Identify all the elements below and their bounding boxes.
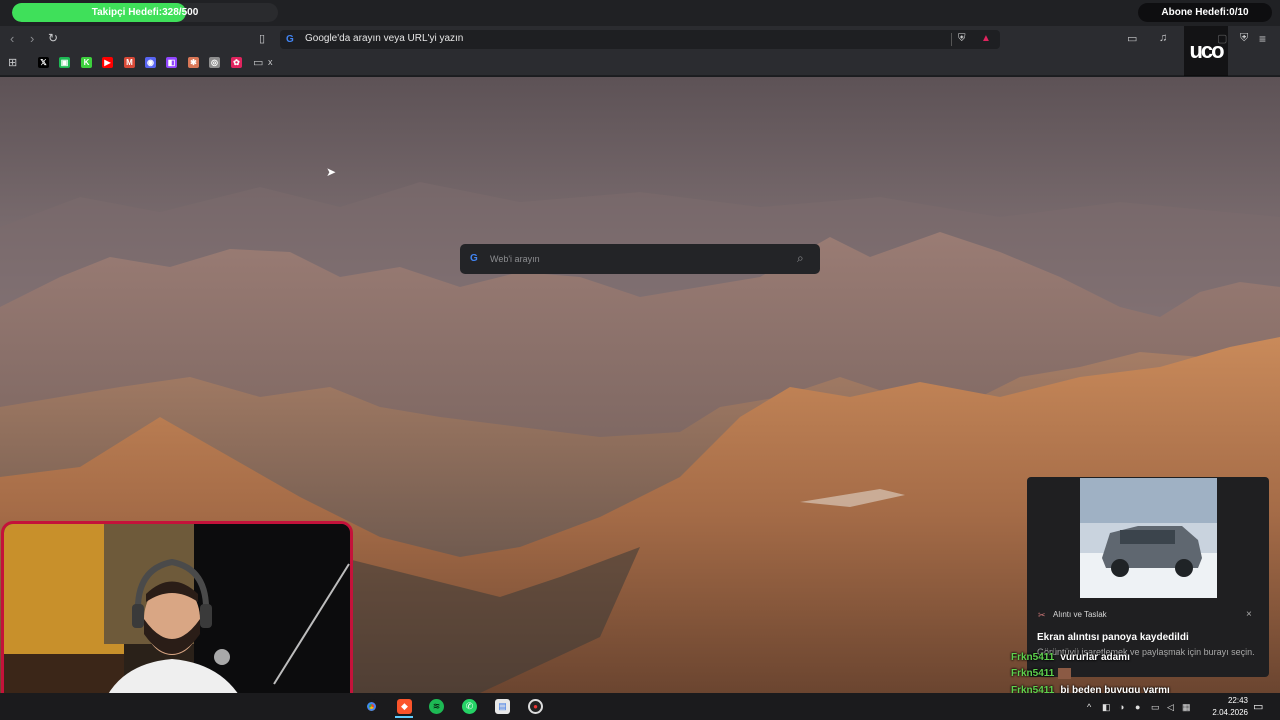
chat-message: Frkn5411 vururlar adamı: [1011, 652, 1130, 663]
streamer-webcam: [4, 524, 350, 715]
bookmark-icon[interactable]: ▯: [259, 32, 265, 45]
chatgpt-icon[interactable]: ◎: [209, 57, 220, 68]
chat-text: vururlar adamı: [1060, 652, 1130, 663]
tray-app-icon-2[interactable]: ◑: [1119, 702, 1124, 712]
reload-icon[interactable]: ↻: [48, 31, 58, 45]
search-icon[interactable]: ⌕: [797, 251, 804, 266]
gmail-icon[interactable]: M: [124, 57, 135, 68]
brave-taskbar-icon[interactable]: ◆: [397, 699, 412, 714]
back-icon[interactable]: ‹: [10, 31, 14, 46]
media-icon[interactable]: ♫: [1159, 32, 1167, 44]
tray-app-icon[interactable]: ◧: [1102, 702, 1111, 713]
close-icon[interactable]: ×: [1246, 609, 1252, 620]
newtab-search-placeholder: Web'i arayın: [490, 254, 540, 264]
forward-icon[interactable]: ›: [30, 31, 34, 46]
notification-title: Ekran alıntısı panoya kaydedildi: [1037, 632, 1189, 643]
google-icon: G: [286, 34, 294, 45]
address-divider: [951, 33, 952, 46]
chrome-taskbar-icon[interactable]: [364, 699, 379, 714]
active-app-indicator: [395, 716, 413, 718]
volume-icon[interactable]: ◁: [1167, 702, 1174, 713]
whatsapp-taskbar-icon[interactable]: ✆: [462, 699, 477, 714]
chat-username: Frkn5411: [1011, 668, 1055, 680]
twitch-icon[interactable]: ◧: [166, 57, 177, 68]
claude-icon[interactable]: ✱: [188, 57, 199, 68]
vpn-icon[interactable]: ⛨: [1240, 32, 1248, 45]
brave-shield-icon[interactable]: ⛨: [958, 33, 966, 44]
address-placeholder: Google'da arayın veya URL'yi yazın: [305, 33, 464, 44]
taskbar-date[interactable]: 2.04.2026: [1205, 708, 1248, 717]
folder-label[interactable]: x: [268, 57, 273, 67]
kick-alt-icon[interactable]: ▣: [59, 57, 70, 68]
webcam-overlay: [1, 521, 353, 718]
youtube-icon[interactable]: ▶: [102, 57, 113, 68]
discord-icon[interactable]: ◉: [145, 57, 156, 68]
kick-icon[interactable]: K: [81, 57, 92, 68]
brave-rewards-icon[interactable]: ▲: [981, 33, 991, 44]
taskbar-time[interactable]: 22:43: [1212, 696, 1248, 705]
notification-app-name: Alıntı ve Taslak: [1053, 610, 1107, 619]
apps-grid-icon[interactable]: ⊞: [8, 56, 17, 69]
document-taskbar-icon[interactable]: ▤: [495, 699, 510, 714]
network-icon[interactable]: ▭: [1151, 702, 1160, 713]
folder-icon[interactable]: ▭: [253, 56, 263, 69]
spotify-taskbar-icon[interactable]: ≋: [429, 699, 444, 714]
google-search-icon: G: [470, 253, 478, 264]
keyboard-icon[interactable]: ▦: [1182, 702, 1191, 713]
follower-goal-bar: Takipçi Hedefi:328/500: [12, 3, 278, 22]
obs-taskbar-icon[interactable]: ●: [528, 699, 543, 714]
app-icon[interactable]: ✿: [231, 57, 242, 68]
mouse-cursor: ➤: [326, 165, 337, 179]
screenshot-thumbnail: [1080, 478, 1217, 598]
channel-logo-watermark: uco: [1184, 26, 1228, 76]
x-icon[interactable]: 𝕏: [38, 57, 49, 68]
chat-emote-icon: [1058, 668, 1072, 679]
menu-icon[interactable]: ≡: [1259, 32, 1266, 46]
chat-message: Frkn5411: [1011, 668, 1072, 680]
microphone-icon[interactable]: ●: [1135, 702, 1140, 712]
subscriber-goal-text: Abone Hedefi:0/10: [1138, 3, 1272, 22]
sidebar-icon[interactable]: ▭: [1127, 32, 1137, 45]
notification-center-icon[interactable]: ▭: [1253, 700, 1263, 713]
chevron-up-icon[interactable]: ^: [1087, 702, 1091, 712]
follower-goal-text: Takipçi Hedefi:328/500: [91, 7, 199, 18]
chat-username: Frkn5411: [1011, 652, 1055, 663]
snipping-tool-icon: ✂: [1038, 610, 1046, 620]
